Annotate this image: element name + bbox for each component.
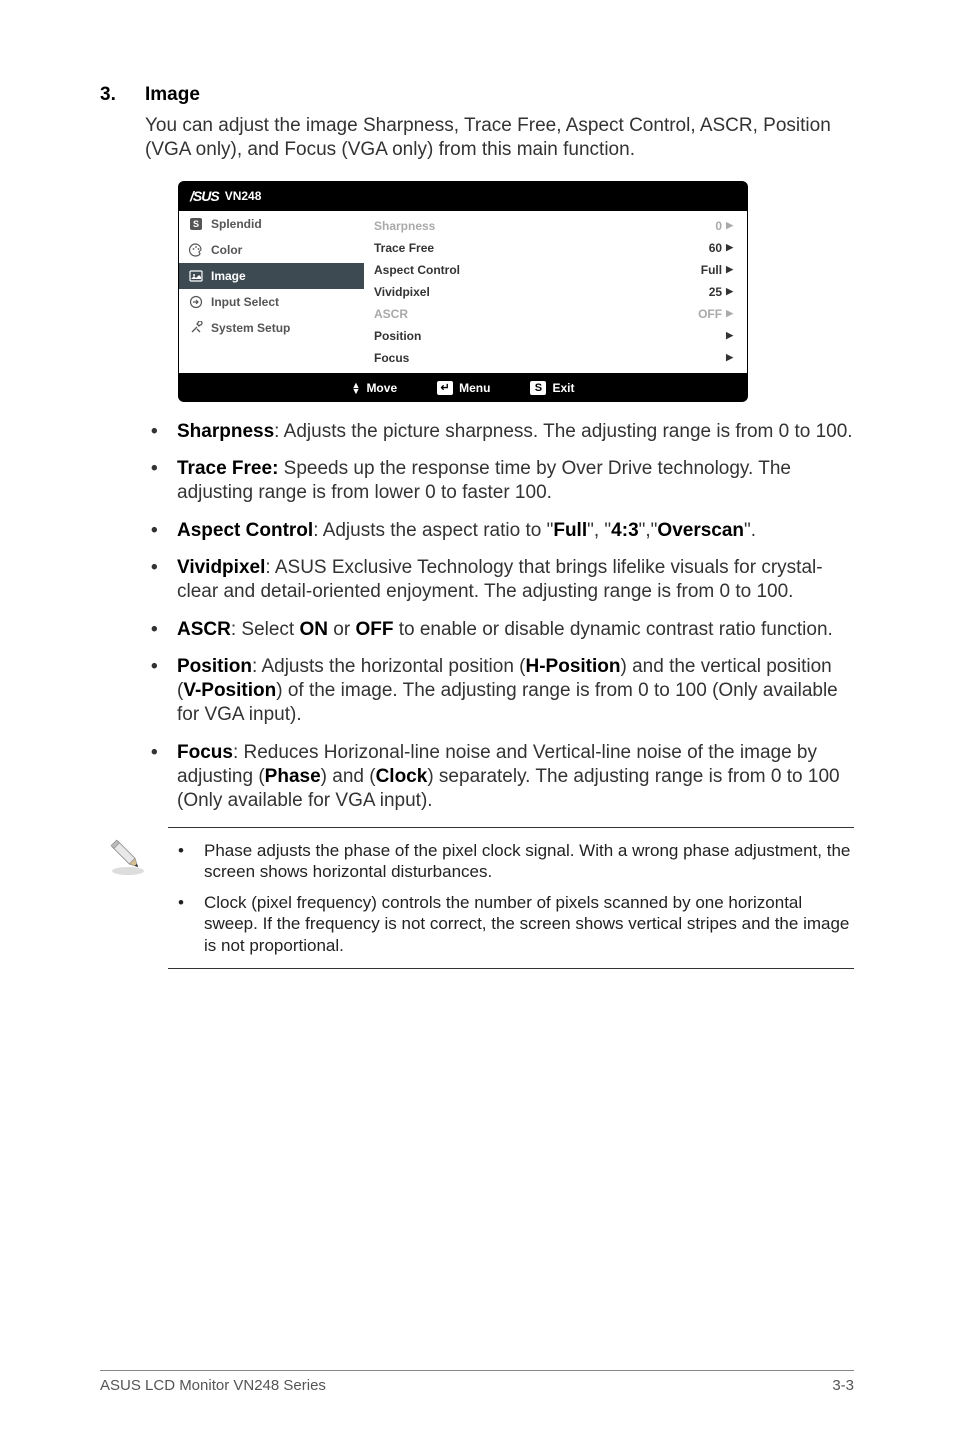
chevron-right-icon: ▶ xyxy=(726,242,733,253)
osd-menu-setup[interactable]: System Setup xyxy=(179,315,364,341)
svg-text:S: S xyxy=(193,219,199,229)
footer-left: ASUS LCD Monitor VN248 Series xyxy=(100,1377,326,1394)
osd-row-tracefree[interactable]: Trace Free 60▶ xyxy=(374,237,733,259)
chevron-right-icon: ▶ xyxy=(726,330,733,341)
input-icon xyxy=(189,295,203,309)
osd-row-focus[interactable]: Focus ▶ xyxy=(374,347,733,369)
chevron-right-icon: ▶ xyxy=(726,264,733,275)
note-block: Phase adjusts the phase of the pixel clo… xyxy=(100,827,854,969)
osd-row-position[interactable]: Position ▶ xyxy=(374,325,733,347)
osd-titlebar: /SUS VN248 xyxy=(178,181,748,211)
chevron-right-icon: ▶ xyxy=(726,352,733,363)
osd-model: VN248 xyxy=(225,189,262,203)
s-key-icon: S xyxy=(530,381,546,395)
list-item: Vividpixel: ASUS Exclusive Technology th… xyxy=(145,556,854,605)
list-item: Position: Adjusts the horizontal positio… xyxy=(145,655,854,728)
osd-menu-color[interactable]: Color xyxy=(179,237,364,263)
section-intro: You can adjust the image Sharpness, Trac… xyxy=(145,114,854,163)
chevron-right-icon: ▶ xyxy=(726,286,733,297)
list-item: Trace Free: Speeds up the response time … xyxy=(145,457,854,506)
pencil-icon xyxy=(100,827,150,884)
list-item: ASCR: Select ON or OFF to enable or disa… xyxy=(145,618,854,642)
note-item: Phase adjusts the phase of the pixel clo… xyxy=(168,840,852,883)
tools-icon xyxy=(189,321,203,335)
section-title: Image xyxy=(145,84,200,106)
osd-panel: /SUS VN248 S Splendid Color Image xyxy=(178,181,748,402)
enter-icon: ↵ xyxy=(437,381,453,395)
palette-icon xyxy=(189,243,203,257)
list-item: Focus: Reduces Horizonal-line noise and … xyxy=(145,741,854,814)
list-item: Aspect Control: Adjusts the aspect ratio… xyxy=(145,519,854,543)
osd-row-vividpixel[interactable]: Vividpixel 25▶ xyxy=(374,281,733,303)
footer-page: 3-3 xyxy=(832,1377,854,1394)
note-item: Clock (pixel frequency) controls the num… xyxy=(168,892,852,956)
page-footer: ASUS LCD Monitor VN248 Series 3-3 xyxy=(100,1370,854,1394)
osd-row-aspect[interactable]: Aspect Control Full▶ xyxy=(374,259,733,281)
image-icon xyxy=(189,269,203,283)
updown-icon: ▲▼ xyxy=(352,382,361,394)
osd-menu-image[interactable]: Image xyxy=(179,263,364,289)
asus-logo: /SUS xyxy=(190,188,219,204)
chevron-right-icon: ▶ xyxy=(726,220,733,231)
osd-menu-input[interactable]: Input Select xyxy=(179,289,364,315)
section-number: 3. xyxy=(100,84,145,106)
description-list: Sharpness: Adjusts the picture sharpness… xyxy=(145,420,854,814)
osd-footer: ▲▼Move ↵Menu SExit xyxy=(178,374,748,402)
osd-menu: S Splendid Color Image Input Select xyxy=(179,211,364,373)
chevron-right-icon: ▶ xyxy=(726,308,733,319)
osd-row-ascr[interactable]: ASCR OFF▶ xyxy=(374,303,733,325)
splendid-icon: S xyxy=(189,217,203,231)
osd-menu-splendid[interactable]: S Splendid xyxy=(179,211,364,237)
osd-row-sharpness[interactable]: Sharpness 0▶ xyxy=(374,215,733,237)
list-item: Sharpness: Adjusts the picture sharpness… xyxy=(145,420,854,444)
